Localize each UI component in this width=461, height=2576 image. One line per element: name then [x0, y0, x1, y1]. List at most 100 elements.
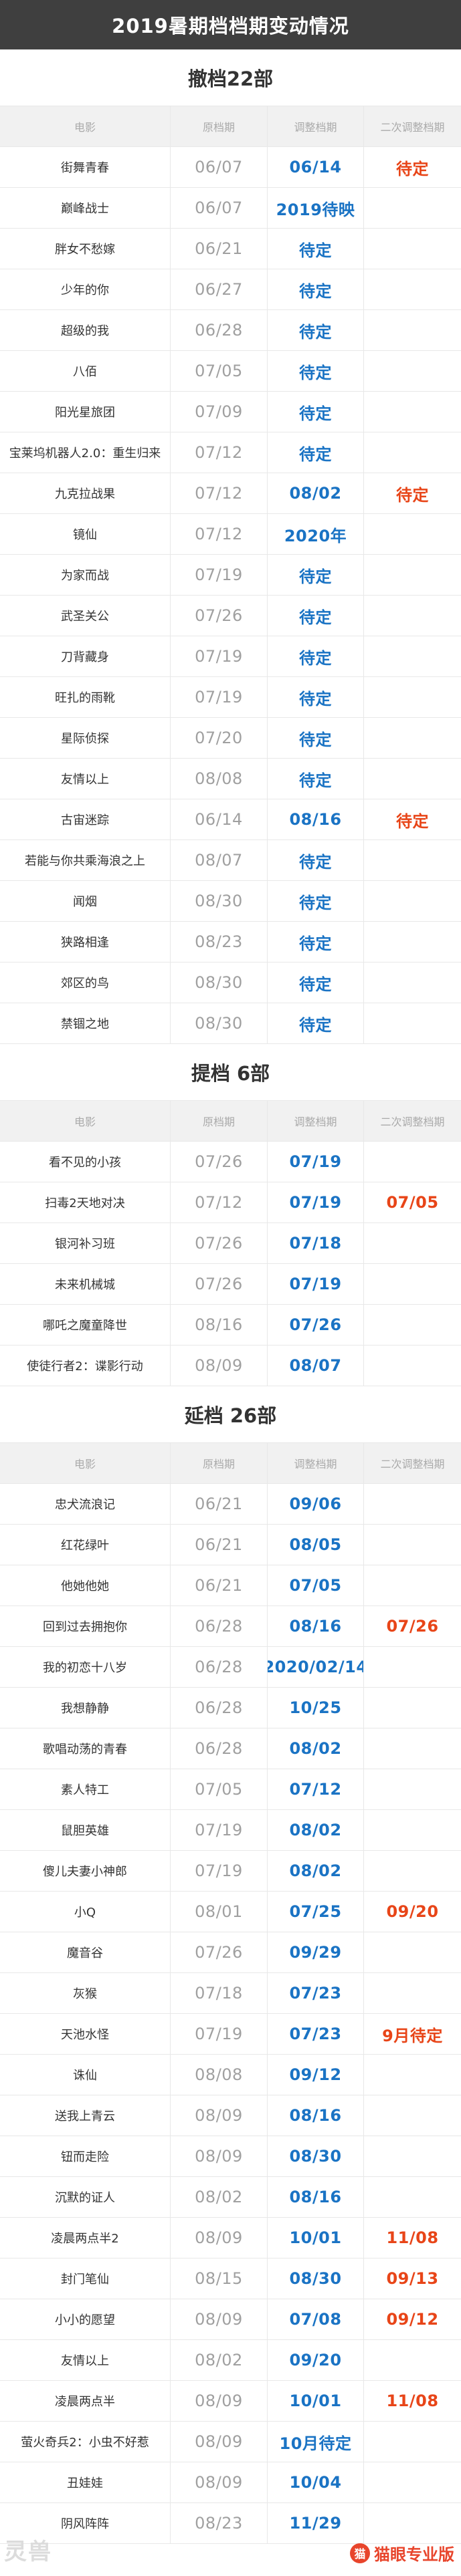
table-row: 天池水怪 07/19 07/23 9月待定 [0, 2014, 461, 2055]
cell-orig: 06/28 [171, 1688, 268, 1728]
table-row: 诛仙 08/08 09/12 [0, 2055, 461, 2095]
cell-adj: 08/30 [268, 2136, 364, 2176]
table-row: 星际侦探 07/20 待定 [0, 718, 461, 759]
cell-orig: 06/21 [171, 1525, 268, 1565]
cell-adj: 07/19 [268, 1264, 364, 1304]
table-row: 魔音谷 07/26 09/29 [0, 1932, 461, 1973]
table-row: 少年的你 06/27 待定 [0, 269, 461, 310]
cell-adj2: 09/12 [386, 2310, 439, 2329]
cell-film: 我的初恋十八岁 [0, 1647, 171, 1687]
cell-adj: 待定 [268, 962, 364, 1003]
table-row: 红花绿叶 06/21 08/05 [0, 1525, 461, 1565]
cell-adj: 待定 [268, 555, 364, 595]
cell-orig: 07/19 [171, 1851, 268, 1891]
cell-adj: 待定 [268, 269, 364, 309]
table-row: 友情以上 08/02 09/20 [0, 2340, 461, 2381]
cell-adj: 待定 [268, 718, 364, 758]
table-row: 萤火奇兵2：小虫不好惹 08/09 10月待定 [0, 2422, 461, 2462]
table-row: 歌唱动荡的青春 06/28 08/02 [0, 1728, 461, 1769]
table-row: 我想静静 06/28 10/25 [0, 1688, 461, 1728]
table-row: 武圣关公 07/26 待定 [0, 596, 461, 636]
cell-film: 素人特工 [0, 1769, 171, 1809]
table-row: 郊区的鸟 08/30 待定 [0, 962, 461, 1003]
cell-orig: 07/26 [171, 1932, 268, 1972]
table-row: 狭路相逢 08/23 待定 [0, 922, 461, 962]
cell-adj: 07/12 [268, 1769, 364, 1809]
cell-adj: 07/19 [268, 1142, 364, 1182]
cell-adj: 10/01 [268, 2381, 364, 2421]
watermark-right-text: 猫眼专业版 [374, 2545, 454, 2564]
cell-adj2 [364, 1851, 461, 1891]
cell-film: 古宙迷踪 [0, 799, 171, 840]
cell-orig: 08/02 [171, 2340, 268, 2380]
cell-orig: 07/26 [171, 1264, 268, 1304]
cell-adj2 [364, 962, 461, 1003]
cell-adj2 [364, 881, 461, 921]
cell-film: 哪吒之魔童降世 [0, 1305, 171, 1345]
table-row: 沉默的证人 08/02 08/16 [0, 2177, 461, 2218]
cell-adj2 [364, 1565, 461, 1605]
cell-adj: 10月待定 [268, 2422, 364, 2462]
table-row: 他她他她 06/21 07/05 [0, 1565, 461, 1606]
cell-orig: 07/20 [171, 718, 268, 758]
cell-orig: 07/26 [171, 1223, 268, 1263]
cell-adj2 [364, 677, 461, 717]
cell-orig: 07/12 [171, 1182, 268, 1222]
cell-orig: 08/09 [171, 2299, 268, 2339]
cell-adj: 08/05 [268, 1525, 364, 1565]
cell-film: 镜仙 [0, 514, 171, 554]
cell-film: 丑娃娃 [0, 2462, 171, 2502]
cell-adj2 [364, 188, 461, 228]
cell-adj: 09/06 [268, 1484, 364, 1524]
cell-orig: 08/02 [171, 2177, 268, 2217]
cell-film: 忠犬流浪记 [0, 1484, 171, 1524]
sections-container: 撤档22部 电影 原档期 调整档期 二次调整档期 街舞青春 06/07 06/14 待定 巅峰战士… [0, 49, 461, 2544]
cell-film: 灰猴 [0, 1973, 171, 2013]
table-row: 傻儿夫妻小神郎 07/19 08/02 [0, 1851, 461, 1892]
header-adj2: 二次调整档期 [380, 1458, 445, 1470]
table-row: 古宙迷踪 06/14 08/16 待定 [0, 799, 461, 840]
table-row: 凌晨两点半 08/09 10/01 11/08 [0, 2381, 461, 2422]
cell-orig: 08/16 [171, 1305, 268, 1345]
cell-orig: 07/09 [171, 392, 268, 432]
cell-film: 少年的你 [0, 269, 171, 309]
cell-adj: 2019待映 [268, 188, 364, 228]
cell-adj: 待定 [268, 840, 364, 880]
table-row: 银河补习班 07/26 07/18 [0, 1223, 461, 1264]
table-row: 哪吒之魔童降世 08/16 07/26 [0, 1305, 461, 1345]
cell-orig: 06/21 [171, 1484, 268, 1524]
cell-film: 萤火奇兵2：小虫不好惹 [0, 2422, 171, 2462]
cell-adj2 [364, 1688, 461, 1728]
cell-adj: 08/16 [268, 2177, 364, 2217]
table-row: 巅峰战士 06/07 2019待映 [0, 188, 461, 229]
cell-adj2 [364, 555, 461, 595]
table-row: 灰猴 07/18 07/23 [0, 1973, 461, 2014]
cell-film: 他她他她 [0, 1565, 171, 1605]
cell-adj2: 待定 [396, 485, 429, 505]
cell-film: 友情以上 [0, 759, 171, 799]
cell-adj: 10/01 [268, 2218, 364, 2258]
cell-adj2 [364, 2136, 461, 2176]
cell-film: 诛仙 [0, 2055, 171, 2095]
cell-film: 傻儿夫妻小神郎 [0, 1851, 171, 1891]
table-row: 若能与你共乘海浪之上 08/07 待定 [0, 840, 461, 881]
cell-adj: 待定 [268, 677, 364, 717]
cell-film: 歌唱动荡的青春 [0, 1728, 171, 1769]
cell-film: 阳光星旅团 [0, 392, 171, 432]
cell-film: 银河补习班 [0, 1223, 171, 1263]
cell-film: 友情以上 [0, 2340, 171, 2380]
cell-adj2 [364, 1264, 461, 1304]
cell-orig: 08/08 [171, 2055, 268, 2095]
cell-film: 沉默的证人 [0, 2177, 171, 2217]
cell-adj2 [364, 759, 461, 799]
cell-orig: 07/12 [171, 473, 268, 513]
table-row: 阳光星旅团 07/09 待定 [0, 392, 461, 432]
cell-adj: 07/25 [268, 1892, 364, 1932]
cell-orig: 06/14 [171, 799, 268, 840]
table-row: 钮而走险 08/09 08/30 [0, 2136, 461, 2177]
cell-film: 宝莱坞机器人2.0：重生归来 [0, 432, 171, 473]
cell-adj2 [364, 1525, 461, 1565]
cell-orig: 07/05 [171, 1769, 268, 1809]
cell-adj: 07/23 [268, 1973, 364, 2013]
table-row: 小小的愿望 08/09 07/08 09/12 [0, 2299, 461, 2340]
